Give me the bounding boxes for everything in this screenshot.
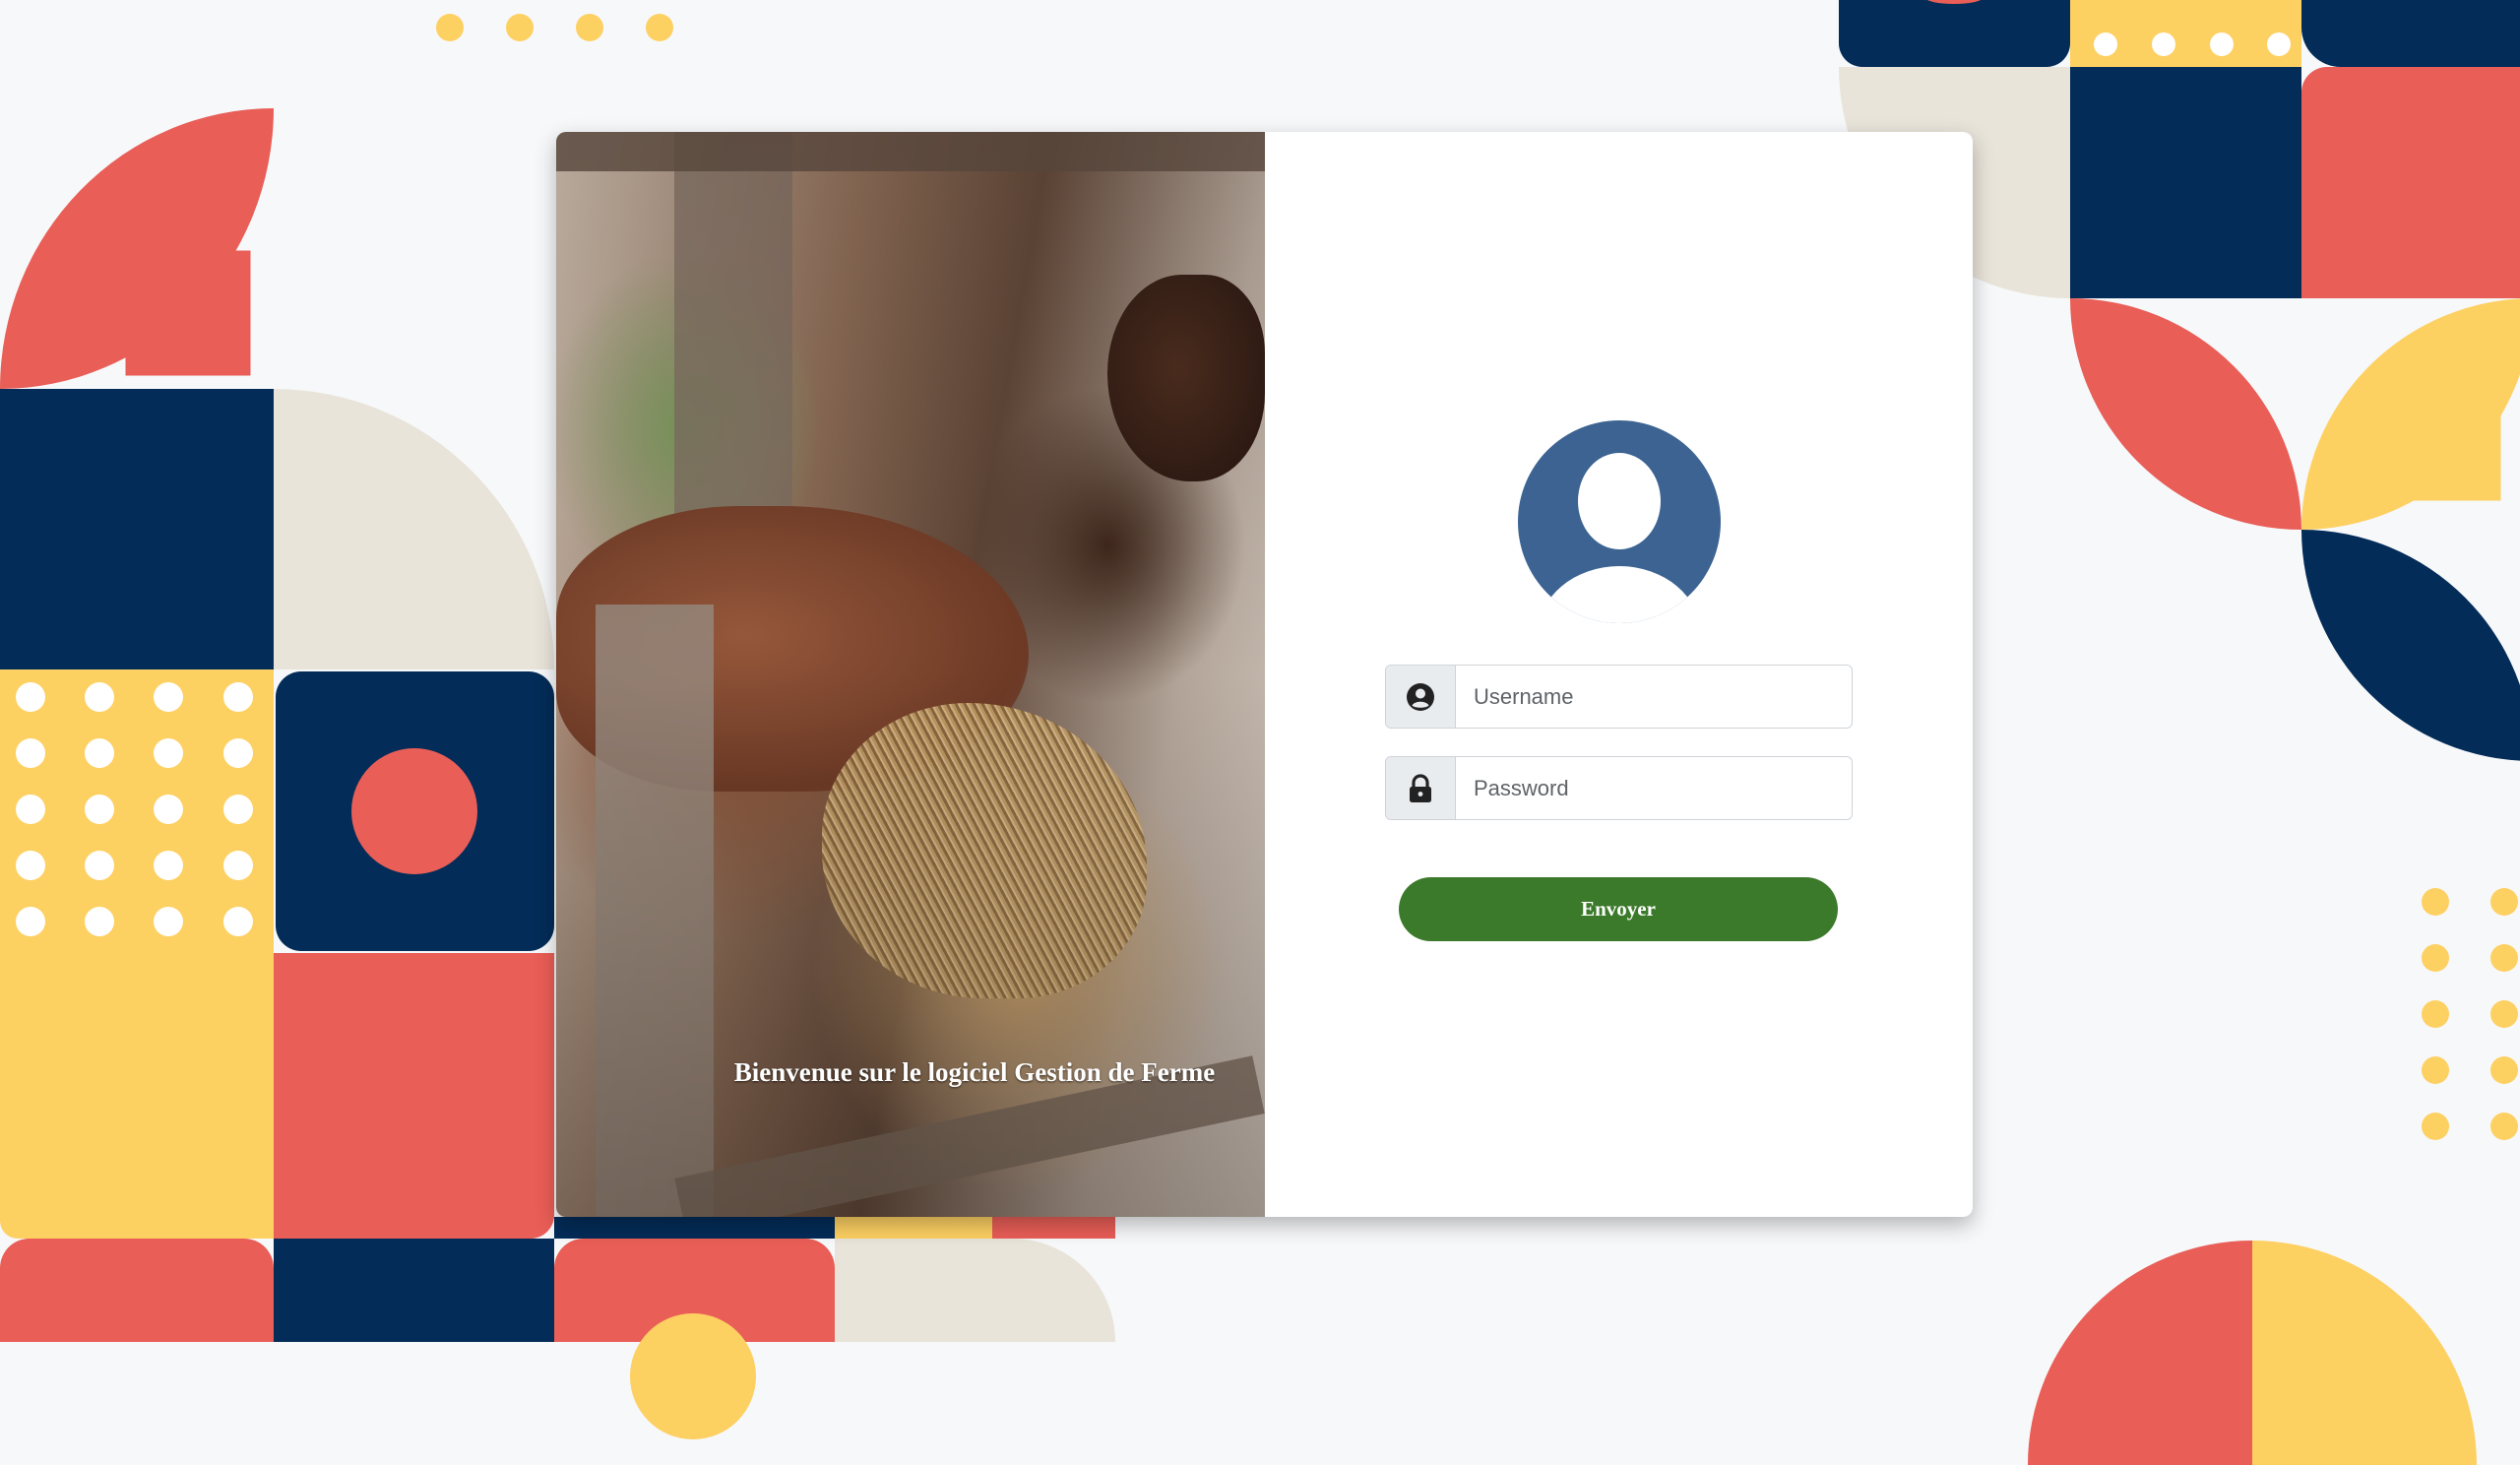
submit-button[interactable]: Envoyer	[1399, 877, 1838, 941]
farm-photo: Bienvenue sur le logiciel Gestion de Fer…	[556, 132, 1265, 1217]
welcome-text: Bienvenue sur le logiciel Gestion de Fer…	[733, 1057, 1216, 1087]
user-circle-icon	[1386, 666, 1456, 728]
dot-pattern-right	[2070, 0, 2301, 67]
lock-icon	[1386, 757, 1456, 819]
password-input[interactable]	[1456, 757, 1842, 819]
username-field	[1385, 665, 1853, 729]
login-form: Envoyer	[1265, 132, 1973, 1217]
password-field	[1385, 756, 1853, 820]
avatar-icon	[1518, 420, 1721, 623]
dot-pattern-left	[0, 669, 274, 953]
username-input[interactable]	[1456, 666, 1842, 728]
login-card: Bienvenue sur le logiciel Gestion de Fer…	[556, 132, 1973, 1217]
